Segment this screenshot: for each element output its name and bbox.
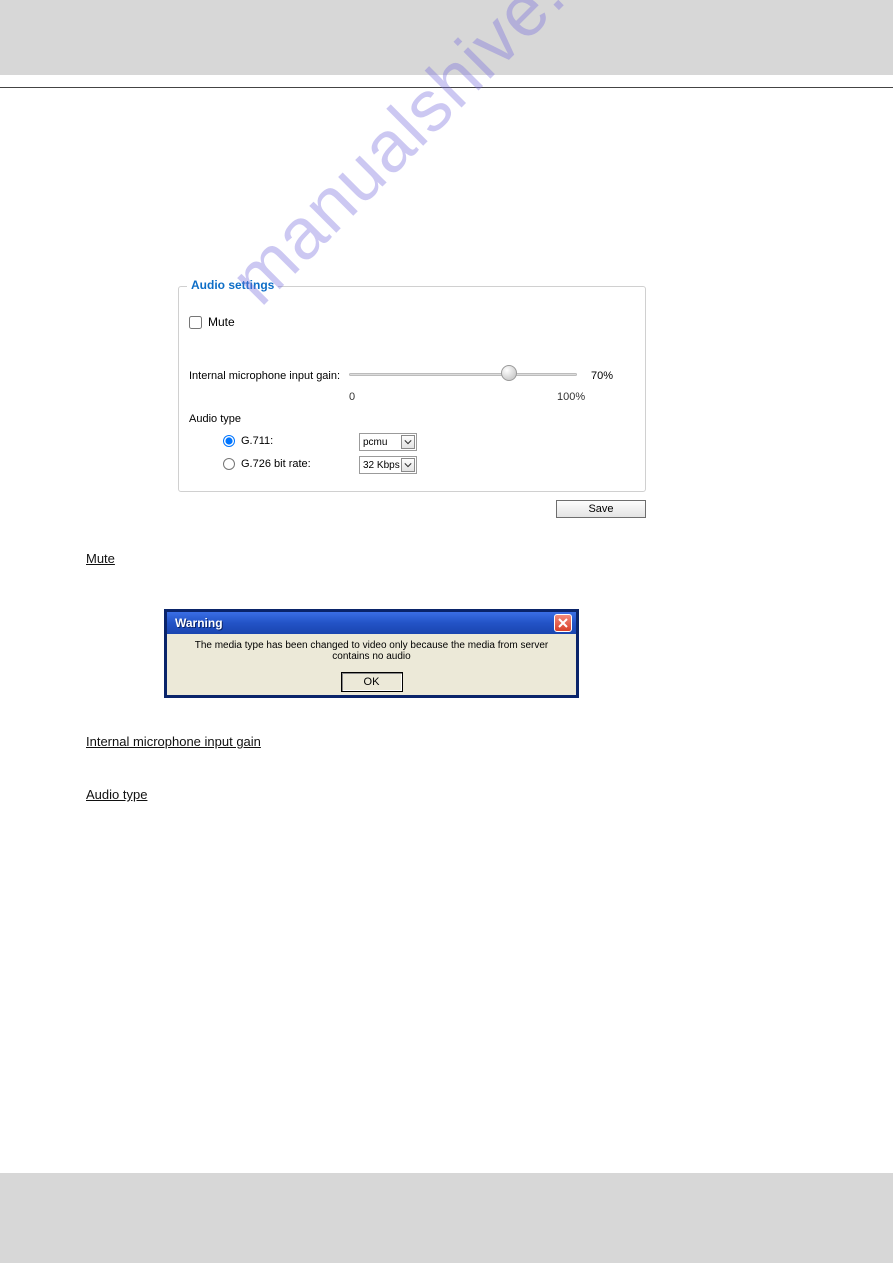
gain-slider[interactable]	[349, 367, 577, 383]
close-icon[interactable]	[554, 614, 572, 632]
slider-max-label: 100%	[557, 391, 585, 403]
ok-button[interactable]: OK	[341, 672, 403, 692]
mute-checkbox-row[interactable]: Mute	[189, 315, 235, 329]
slider-value-label: 70%	[591, 370, 613, 382]
footer-bar	[0, 1173, 893, 1263]
g726-radio[interactable]	[223, 458, 235, 470]
slider-thumb[interactable]	[501, 365, 517, 381]
g711-radio[interactable]	[223, 435, 235, 447]
slider-min-label: 0	[349, 391, 355, 403]
g711-select[interactable]: pcmu	[359, 433, 417, 451]
g711-label: G.711:	[241, 435, 273, 447]
text-mute-heading: Mute	[86, 549, 115, 569]
fieldset-legend: Audio settings	[187, 278, 278, 292]
mute-label: Mute	[208, 315, 235, 329]
g726-label: G.726 bit rate:	[241, 458, 311, 470]
dialog-message: The media type has been changed to video…	[167, 634, 576, 662]
audiotype-label: Audio type	[189, 413, 241, 425]
g726-select[interactable]: 32 Kbps	[359, 456, 417, 474]
audio-settings-fieldset: Audio settings Mute Internal microphone …	[178, 286, 646, 492]
save-button[interactable]: Save	[556, 500, 646, 518]
g726-radio-row[interactable]: G.726 bit rate:	[223, 458, 311, 470]
chevron-down-icon	[401, 458, 415, 472]
slider-track	[349, 373, 577, 376]
text-gain-heading: Internal microphone input gain	[86, 732, 261, 752]
header-rule	[0, 87, 893, 88]
dialog-titlebar[interactable]: Warning	[167, 612, 576, 634]
chevron-down-icon	[401, 435, 415, 449]
g711-select-value: pcmu	[363, 437, 387, 448]
g711-radio-row[interactable]: G.711:	[223, 435, 273, 447]
header-bar	[0, 0, 893, 75]
g726-select-value: 32 Kbps	[363, 460, 400, 471]
gain-label: Internal microphone input gain:	[189, 370, 340, 382]
dialog-title: Warning	[175, 616, 223, 630]
text-audiotype-heading: Audio type	[86, 785, 147, 805]
mute-checkbox[interactable]	[189, 316, 202, 329]
warning-dialog: Warning The media type has been changed …	[165, 610, 578, 697]
